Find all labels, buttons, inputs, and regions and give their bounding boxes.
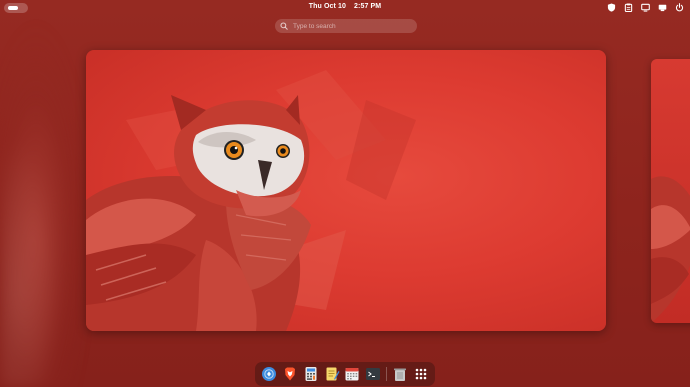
power-icon[interactable] <box>675 3 684 12</box>
show-apps-button[interactable] <box>413 366 429 382</box>
terminal-icon <box>366 368 381 380</box>
calculator-icon <box>305 367 317 381</box>
terminal-launcher[interactable] <box>365 366 381 382</box>
calendar-launcher[interactable] <box>344 366 360 382</box>
network-icon[interactable] <box>658 3 667 12</box>
web-browser-icon <box>262 367 277 381</box>
clipboard-icon[interactable] <box>624 3 633 12</box>
top-bar: Thu Oct 10 2:57 PM <box>0 0 690 16</box>
web-browser-launcher[interactable] <box>261 366 277 382</box>
display-icon[interactable] <box>641 3 650 12</box>
calculator-launcher[interactable] <box>303 366 319 382</box>
search-bar[interactable] <box>275 19 417 33</box>
app-grid-icon <box>415 368 426 380</box>
search-input[interactable] <box>293 22 413 30</box>
text-editor-icon <box>326 367 340 381</box>
shield-icon[interactable] <box>607 3 616 12</box>
dock-separator <box>385 367 387 381</box>
trash-icon <box>393 368 406 381</box>
brave-browser-icon <box>285 367 296 381</box>
clock-time: 2:57 PM <box>354 3 382 10</box>
clock-button[interactable]: Thu Oct 10 2:57 PM <box>0 3 690 10</box>
trash-launcher[interactable] <box>392 366 408 382</box>
workspace-thumbnail-next[interactable] <box>651 59 690 323</box>
workspace-thumbnail[interactable] <box>86 50 606 331</box>
text-editor-launcher[interactable] <box>324 366 340 382</box>
clock-date: Thu Oct 10 <box>308 3 346 10</box>
owl-wallpaper-image <box>86 70 416 331</box>
search-icon <box>280 22 288 30</box>
system-tray <box>607 3 684 12</box>
background-blur <box>0 20 90 387</box>
owl-wallpaper-image-next <box>651 176 690 323</box>
calendar-icon <box>345 368 359 381</box>
brave-browser-launcher[interactable] <box>282 366 298 382</box>
dock <box>255 362 435 386</box>
